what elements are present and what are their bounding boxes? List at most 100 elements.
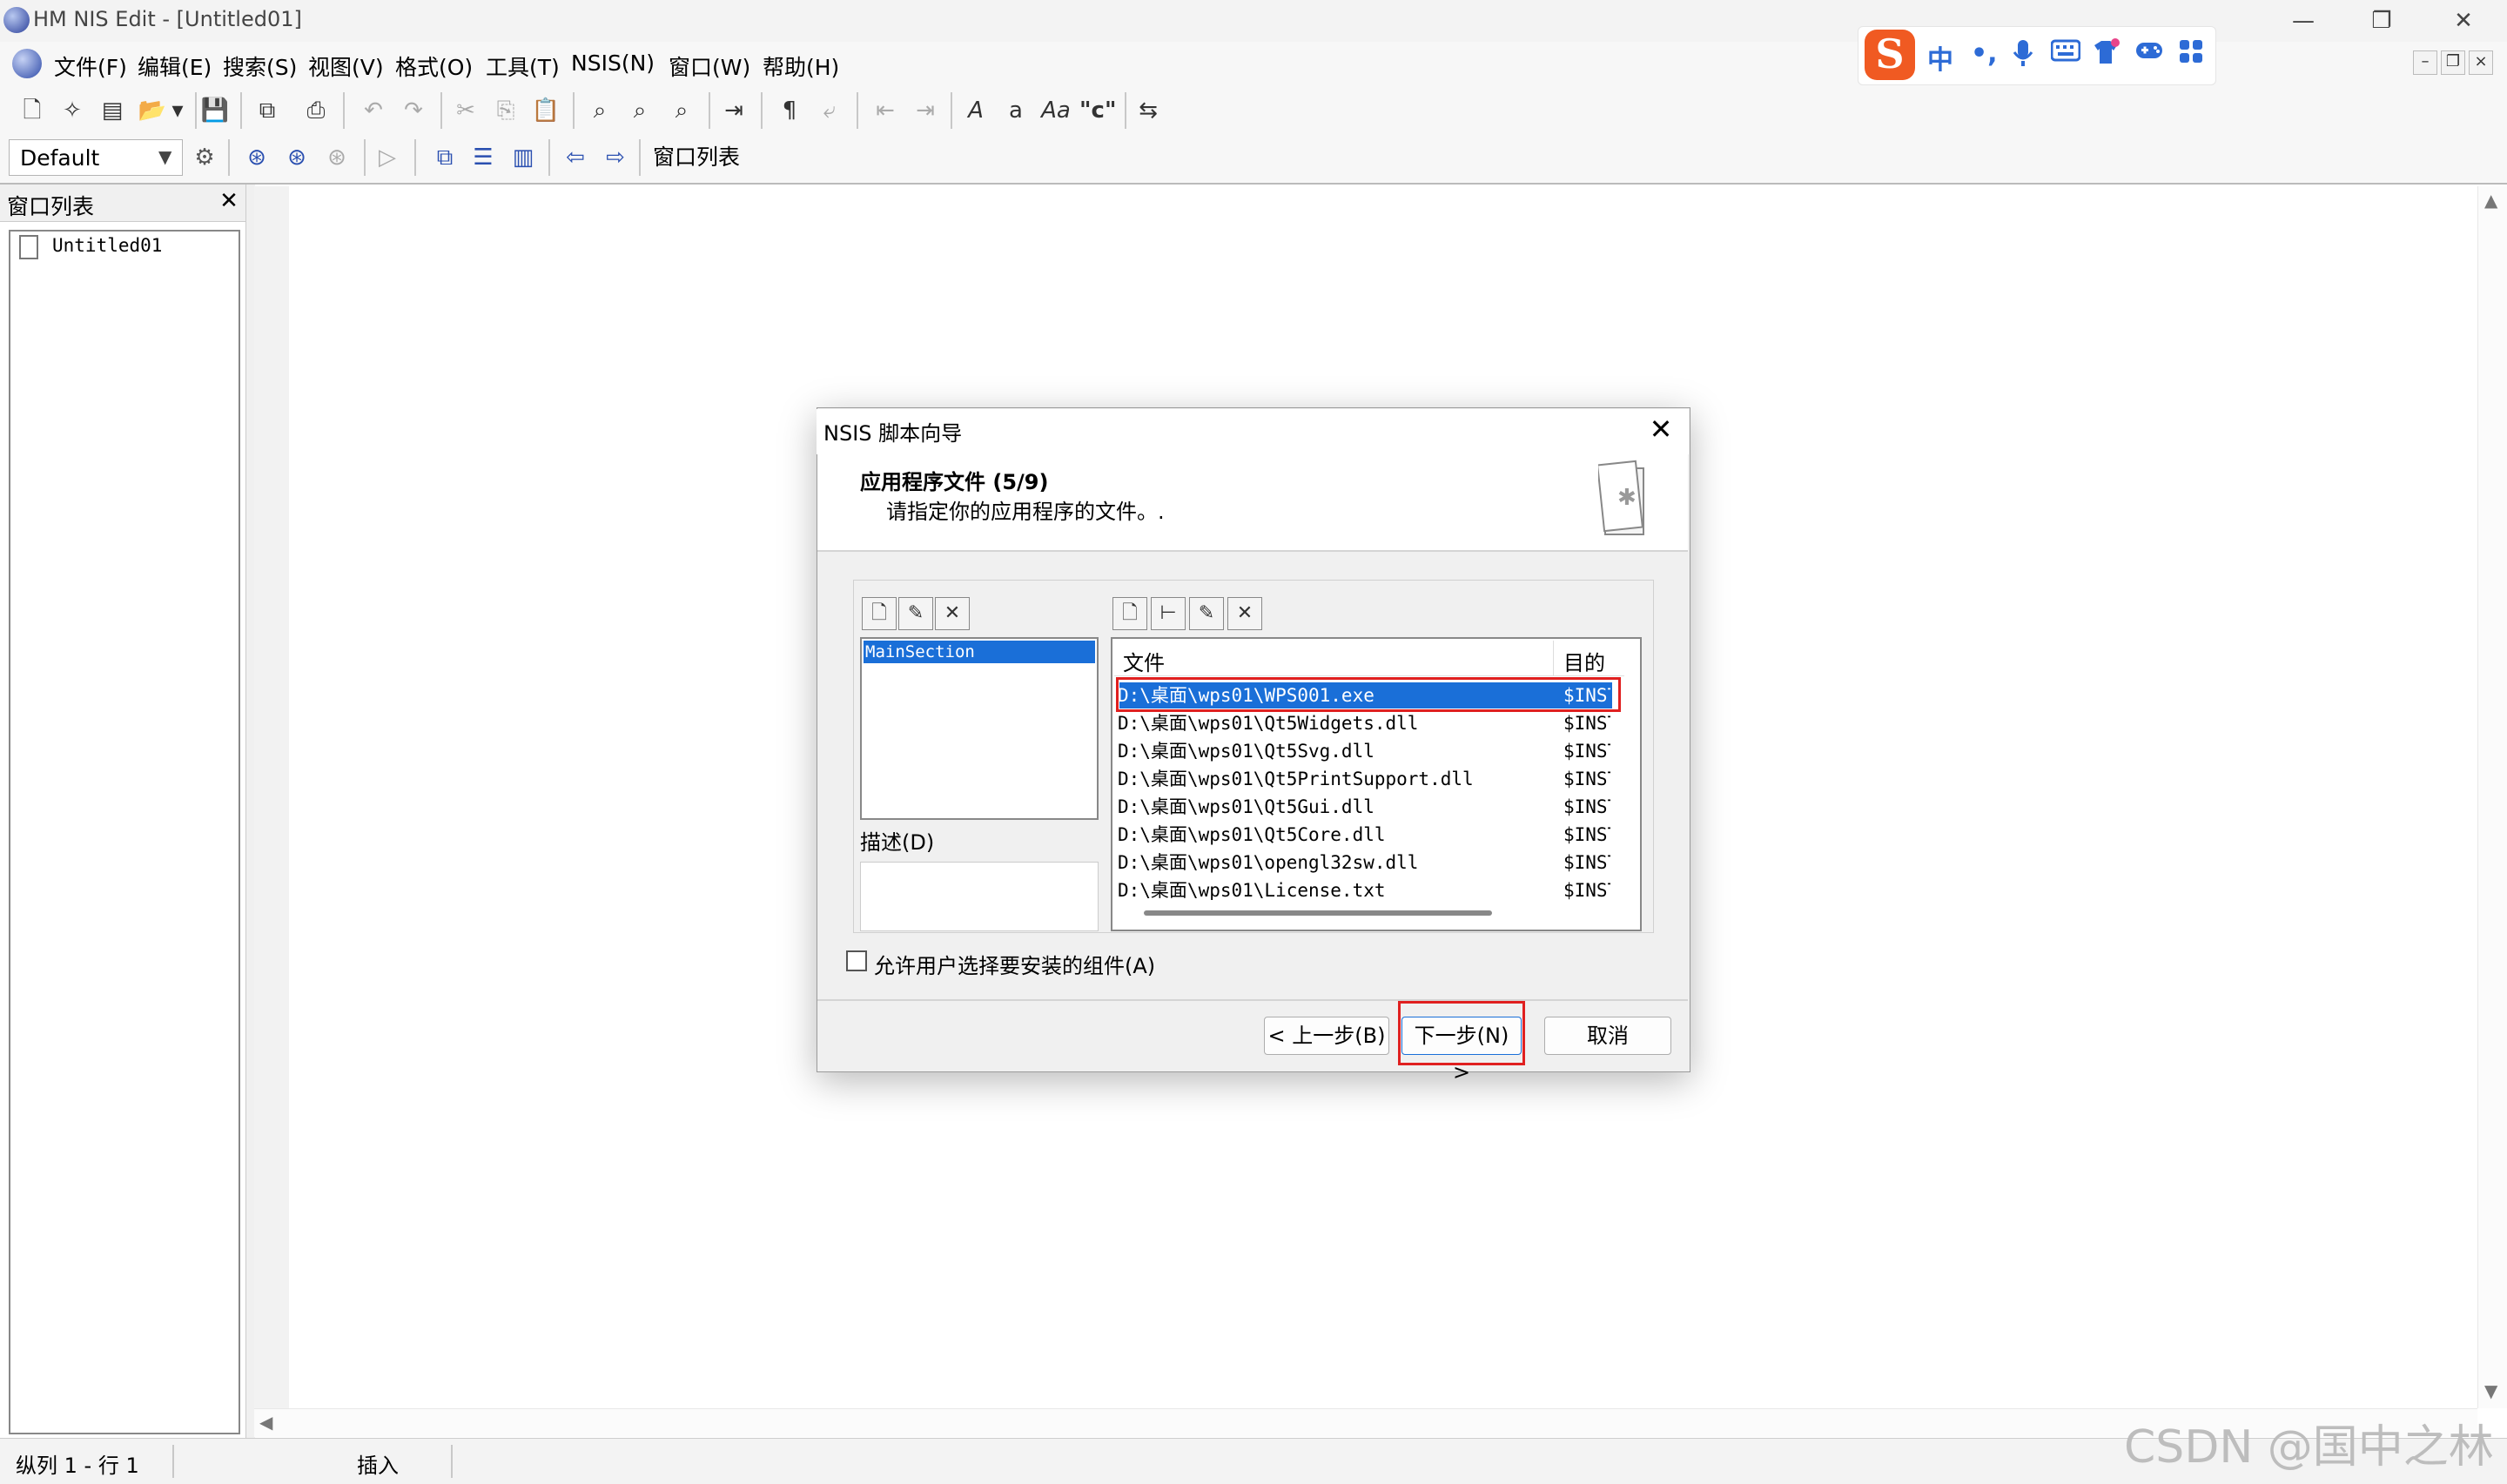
mdi-restore-button[interactable]: ❐ bbox=[2441, 50, 2465, 75]
mdi-minimize-button[interactable]: – bbox=[2413, 50, 2437, 75]
lowercase-icon[interactable]: a bbox=[998, 92, 1034, 129]
tile-vertical-icon[interactable]: ▥ bbox=[505, 139, 541, 176]
menu-help[interactable]: 帮助(H) bbox=[759, 49, 843, 84]
description-field[interactable] bbox=[860, 862, 1099, 931]
file-row-path[interactable]: D:\桌面\wps01\Qt5PrintSupport.dll bbox=[1118, 766, 1605, 792]
new-file-icon[interactable]: 🗋 bbox=[14, 92, 50, 129]
column-divider[interactable] bbox=[1553, 641, 1554, 675]
ime-punctuation-toggle[interactable]: •, bbox=[1971, 38, 1998, 69]
edit-file-button[interactable]: ✎ bbox=[1189, 597, 1224, 630]
window-list-button[interactable]: 窗口列表 bbox=[644, 139, 749, 176]
find-icon[interactable]: ⌕ bbox=[581, 92, 618, 129]
section-item[interactable]: MainSection bbox=[864, 641, 1095, 663]
open-icon[interactable]: 📂 bbox=[134, 92, 171, 129]
file-row-path[interactable]: D:\桌面\wps01\Qt5Svg.dll bbox=[1118, 738, 1605, 764]
back-button[interactable]: < 上一步(B) bbox=[1264, 1017, 1389, 1055]
open-dropdown-icon[interactable]: ▾ bbox=[169, 92, 186, 129]
menu-window[interactable]: 窗口(W) bbox=[665, 49, 754, 84]
file-list-scrollbar[interactable] bbox=[1144, 910, 1492, 916]
column-file[interactable]: 文件 bbox=[1123, 646, 1165, 676]
file-row-dest[interactable]: $INSTDIR bbox=[1563, 794, 1610, 820]
cancel-button[interactable]: 取消 bbox=[1544, 1017, 1671, 1055]
file-row-dest[interactable]: $INSTDIR bbox=[1563, 849, 1610, 876]
compile-run-icon[interactable]: ⊛ bbox=[279, 139, 315, 176]
menu-search[interactable]: 搜索(S) bbox=[219, 49, 300, 84]
keyboard-icon[interactable] bbox=[2050, 38, 2081, 70]
microphone-icon[interactable] bbox=[2013, 38, 2033, 75]
allow-user-select-checkbox[interactable] bbox=[846, 950, 867, 971]
close-window-button[interactable]: ✕ bbox=[2437, 3, 2490, 38]
next-window-icon[interactable]: ⇨ bbox=[597, 139, 634, 176]
menu-view[interactable]: 视图(V) bbox=[305, 49, 387, 84]
menu-nsis[interactable]: NSIS(N) bbox=[568, 49, 658, 77]
scroll-left-icon[interactable]: ◀ bbox=[259, 1412, 272, 1433]
save-icon[interactable]: 💾 bbox=[197, 92, 233, 129]
file-row-dest[interactable]: $INSTDIR bbox=[1563, 877, 1610, 900]
find-next-icon[interactable]: ⌕ bbox=[622, 92, 658, 129]
file-row-path[interactable]: D:\桌面\wps01\License.txt bbox=[1118, 877, 1605, 900]
game-icon[interactable] bbox=[2134, 38, 2164, 70]
scheme-settings-icon[interactable]: ⚙ bbox=[186, 139, 223, 176]
outdent-icon[interactable]: ⇥ bbox=[907, 92, 944, 129]
compile-icon[interactable]: ⊛ bbox=[239, 139, 275, 176]
dialog-close-button[interactable]: ✕ bbox=[1643, 413, 1678, 446]
restore-button[interactable]: ❐ bbox=[2356, 3, 2408, 38]
font-icon[interactable]: A bbox=[958, 92, 994, 129]
quote-icon[interactable]: "c" bbox=[1079, 92, 1117, 129]
scroll-down-icon[interactable]: ▼ bbox=[2484, 1380, 2497, 1401]
tile-horizontal-icon[interactable]: ☰ bbox=[465, 139, 501, 176]
paragraph-icon[interactable]: ¶ bbox=[771, 92, 808, 129]
system-menu-icon[interactable] bbox=[12, 49, 42, 78]
add-directory-button[interactable]: ⊢ bbox=[1151, 597, 1186, 630]
delete-section-button[interactable]: ✕ bbox=[935, 597, 970, 630]
wizard-icon[interactable]: ✧ bbox=[54, 92, 91, 129]
menu-tools[interactable]: 工具(T) bbox=[482, 49, 563, 84]
ime-logo-icon[interactable]: S bbox=[1865, 30, 1915, 80]
run-icon[interactable]: ▷ bbox=[369, 139, 406, 176]
window-list-item[interactable]: Untitled01 bbox=[52, 235, 162, 256]
section-list[interactable] bbox=[860, 637, 1099, 820]
previous-window-icon[interactable]: ⇦ bbox=[557, 139, 594, 176]
menu-file[interactable]: 文件(F) bbox=[50, 49, 131, 84]
file-row-path[interactable]: D:\桌面\wps01\opengl32sw.dll bbox=[1118, 849, 1605, 876]
replace-icon[interactable]: ⌕ bbox=[663, 92, 700, 129]
add-section-button[interactable]: 🗋 bbox=[862, 597, 897, 630]
wrap-icon[interactable]: ⤶ bbox=[811, 92, 848, 129]
goto-icon[interactable]: ⇥ bbox=[716, 92, 752, 129]
delete-file-button[interactable]: ✕ bbox=[1227, 597, 1262, 630]
file-row-path[interactable]: D:\桌面\wps01\Qt5Widgets.dll bbox=[1118, 710, 1605, 736]
stop-compile-icon[interactable]: ⊛ bbox=[319, 139, 355, 176]
template-icon[interactable]: ▤ bbox=[94, 92, 131, 129]
indent-icon[interactable]: ⇤ bbox=[867, 92, 904, 129]
vertical-scrollbar[interactable] bbox=[2477, 186, 2507, 1408]
chevron-down-icon[interactable]: ▼ bbox=[158, 146, 171, 167]
redo-icon[interactable]: ↷ bbox=[395, 92, 432, 129]
case-icon[interactable]: Aa bbox=[1038, 92, 1074, 129]
add-file-button[interactable]: 🗋 bbox=[1112, 597, 1147, 630]
edit-section-button[interactable]: ✎ bbox=[898, 597, 933, 630]
allow-user-select-label[interactable]: 允许用户选择要安装的组件(A) bbox=[874, 949, 1155, 979]
close-panel-icon[interactable]: ✕ bbox=[216, 188, 242, 214]
ime-mode-toggle[interactable]: 中 bbox=[1927, 38, 1953, 77]
file-row-dest[interactable]: $INSTDIR bbox=[1563, 710, 1610, 736]
cut-icon[interactable]: ✂ bbox=[447, 92, 484, 129]
mdi-close-button[interactable]: × bbox=[2469, 50, 2493, 75]
column-destination[interactable]: 目的 bbox=[1563, 646, 1605, 676]
scroll-up-icon[interactable]: ▲ bbox=[2484, 190, 2497, 211]
file-row-dest[interactable]: $INSTDIR bbox=[1563, 738, 1610, 764]
print-icon[interactable]: ⎙ bbox=[298, 92, 334, 129]
paste-icon[interactable]: 📋 bbox=[528, 92, 564, 129]
file-row-path[interactable]: D:\桌面\wps01\Qt5Gui.dll bbox=[1118, 794, 1605, 820]
menu-format[interactable]: 格式(O) bbox=[392, 49, 476, 84]
word-wrap-icon[interactable]: ⇆ bbox=[1130, 92, 1166, 129]
minimize-button[interactable]: — bbox=[2277, 3, 2329, 38]
file-row-dest[interactable]: $INSTDIR bbox=[1563, 766, 1610, 792]
menu-edit[interactable]: 编辑(E) bbox=[134, 49, 215, 84]
file-row-dest[interactable]: $INSTDIR bbox=[1563, 822, 1610, 848]
scheme-select[interactable]: Default bbox=[9, 139, 183, 176]
file-row-path[interactable]: D:\桌面\wps01\Qt5Core.dll bbox=[1118, 822, 1605, 848]
toolbox-grid-icon[interactable] bbox=[2178, 38, 2204, 71]
save-all-icon[interactable]: ⧉ bbox=[249, 92, 286, 129]
undo-icon[interactable]: ↶ bbox=[355, 92, 392, 129]
skin-icon[interactable] bbox=[2091, 38, 2121, 73]
